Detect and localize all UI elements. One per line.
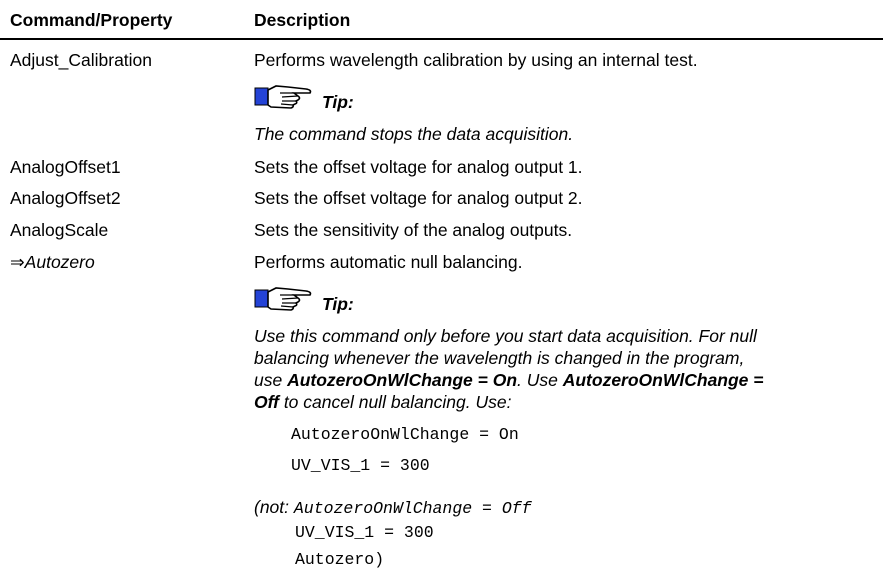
tip-text-autozero-line1: Use this command only before you start d…	[254, 326, 757, 346]
code-ref-autozero-off-part1: AutozeroOnWlChange =	[562, 370, 764, 390]
header-description: Description	[254, 10, 351, 30]
command-name-analogoffset2: AnalogOffset2	[10, 188, 121, 208]
tip-text-use: use	[254, 370, 288, 390]
code-line-4: UV_VIS_1 = 300	[295, 523, 434, 542]
command-name-autozero: ⇒Autozero	[10, 252, 95, 273]
header-command-property: Command/Property	[10, 10, 173, 30]
code-line-5: Autozero)	[295, 550, 385, 569]
command-name-analogoffset1: AnalogOffset1	[10, 157, 121, 177]
description-autozero: Performs automatic null balancing.	[254, 252, 523, 272]
tip-label-autozero: Tip:	[322, 294, 354, 314]
autozero-name: Autozero	[24, 252, 95, 272]
command-name-adjust-calibration: Adjust_Calibration	[10, 50, 153, 70]
cross-reference-arrow-icon: ⇒	[10, 252, 25, 272]
not-label: (not:	[254, 497, 290, 517]
description-analogscale: Sets the sensitivity of the analog outpu…	[254, 220, 573, 240]
tip-text-cancel: to cancel null balancing. Use:	[278, 392, 512, 412]
command-name-analogscale: AnalogScale	[10, 220, 109, 240]
tip-text-use2: . Use	[517, 370, 563, 390]
description-analogoffset2: Sets the offset voltage for analog outpu…	[254, 188, 583, 208]
pointing-hand-icon	[254, 287, 312, 311]
code-ref-autozero-on: AutozeroOnWlChange = On	[287, 370, 518, 390]
tip-text-autozero-line2: balancing whenever the wavelength is cha…	[254, 348, 745, 368]
code-ref-autozero-off-part2: Off	[254, 392, 279, 412]
tip-text-adjust: The command stops the data acquisition.	[254, 124, 574, 144]
description-adjust-calibration: Performs wavelength calibration by using…	[254, 50, 698, 70]
tip-label-adjust: Tip:	[322, 92, 354, 112]
tip-text-autozero-line4: Off to cancel null balancing. Use:	[254, 392, 511, 413]
code-line-1: AutozeroOnWlChange = On	[291, 425, 519, 444]
description-analogoffset1: Sets the offset voltage for analog outpu…	[254, 157, 583, 177]
code-line-3: AutozeroOnWlChange = Off	[293, 499, 532, 518]
not-example-line: (not: AutozeroOnWlChange = Off	[254, 497, 532, 518]
pointing-hand-icon	[254, 85, 312, 109]
tip-text-autozero-line3: use AutozeroOnWlChange = On. Use Autozer…	[254, 370, 764, 391]
header-rule	[0, 38, 883, 40]
code-line-2: UV_VIS_1 = 300	[291, 456, 430, 475]
